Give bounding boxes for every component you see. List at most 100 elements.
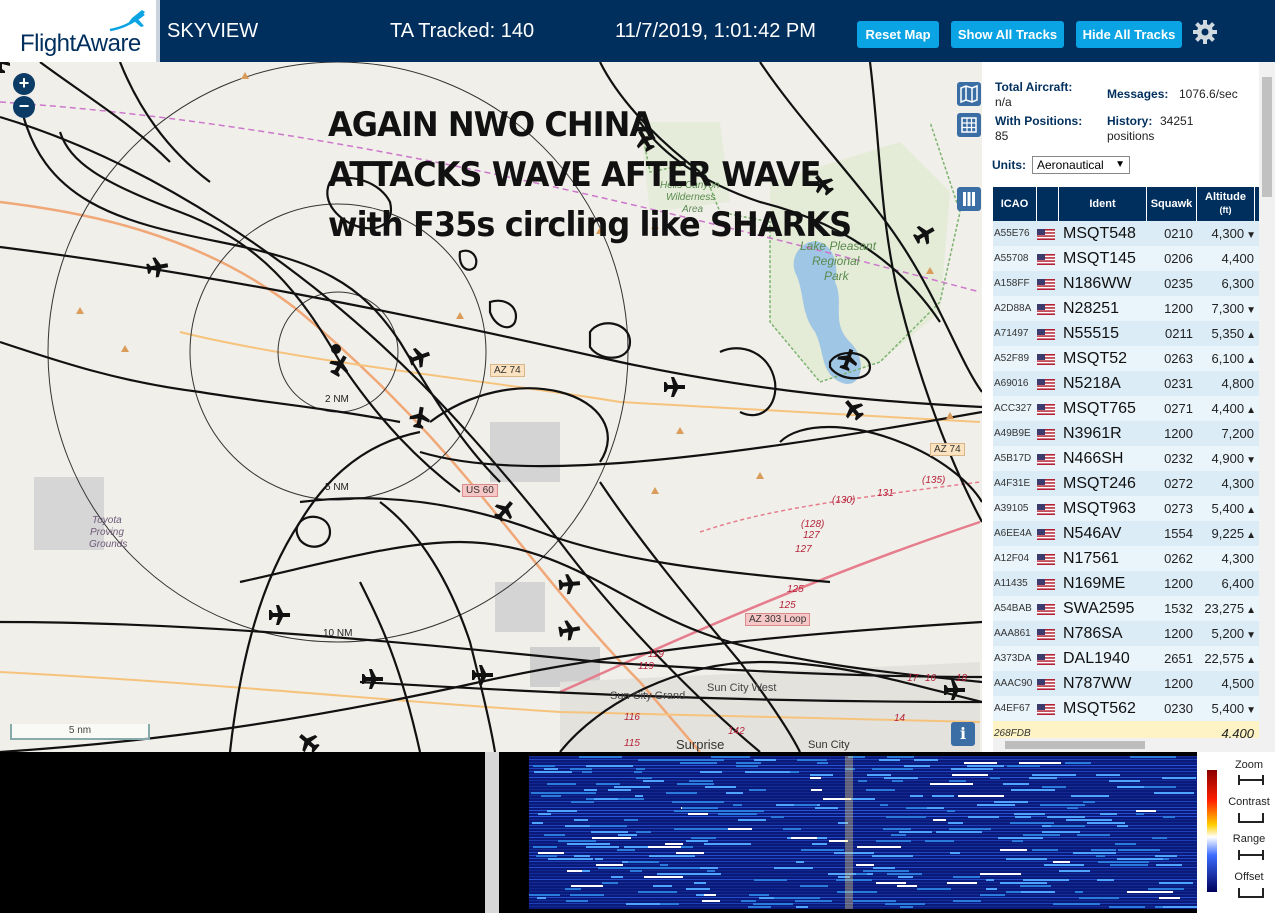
scroll-thumb[interactable] [1005,741,1145,749]
us-flag-icon [1037,629,1055,640]
info-button[interactable]: i [951,722,975,746]
columns-button[interactable] [957,187,981,211]
spectrum-panel: Zoom Contrast Range Offset [0,752,1275,913]
table-row[interactable]: ACC327 MSQT765 0271 4,400 ▲ [993,396,1259,421]
table-row[interactable]: A52F89 MSQT52 0263 6,100 ▲ [993,346,1259,371]
squawk-cell: 0231 [1164,376,1193,391]
us-flag-icon [1037,279,1055,290]
units-select[interactable]: Aeronautical ▼ [1032,156,1130,174]
skyview-app: FlightAware SKYVIEW TA Tracked: 140 11/7… [0,0,1275,913]
flightaware-logo[interactable]: FlightAware [0,0,160,62]
hide-all-tracks-button[interactable]: Hide All Tracks [1076,21,1182,48]
icao-cell: A39105 [994,503,1029,514]
ident-cell: MSQT765 [1063,400,1136,417]
contrast-label: Contrast [1228,796,1270,808]
table-row[interactable]: A12F04 N17561 0262 4,300 [993,546,1259,571]
table-row[interactable]: AAA861 N786SA 1200 5,200 ▼ [993,621,1259,646]
table-row[interactable]: A6EE4A N546AV 1554 9,225 ▲ [993,521,1259,546]
altitude-trend-icon: ▲ [1246,605,1256,616]
table-row[interactable]: A158FF N186WW 0235 6,300 [993,271,1259,296]
table-row[interactable]: A373DA DAL1940 2651 22,575 ▲ [993,646,1259,671]
table-row[interactable]: A54BAB SWA2595 1532 23,275 ▲ [993,596,1259,621]
gear-icon[interactable] [1191,18,1219,46]
label-park: Park [824,269,849,283]
icao-cell: A373DA [994,653,1032,664]
altitude-value: 4,300 [1221,476,1254,491]
table-row[interactable]: A5B17D N466SH 0232 4,900 ▼ [993,446,1259,471]
table-row[interactable]: A55E76 MSQT548 0210 4,300 ▼ [993,221,1259,246]
icao-cell: A4F31E [994,478,1031,489]
icao-cell: A52F89 [994,353,1030,364]
squawk-cell: 0272 [1164,476,1193,491]
table-row[interactable]: A71497 N55515 0211 5,350 ▲ [993,321,1259,346]
altitude-cell: 5,200 ▼ [1198,621,1256,646]
table-row[interactable]: A39105 MSQT963 0273 5,400 ▲ [993,496,1259,521]
logo-text: FlightAware [20,30,141,57]
show-all-tracks-button[interactable]: Show All Tracks [951,21,1064,48]
table-row[interactable]: A4F31E MSQT246 0272 4,300 [993,471,1259,496]
col-icao[interactable]: ICAO [993,187,1037,221]
route-130: (130) [832,495,856,506]
route-131: 131 [877,488,894,499]
total-aircraft-value: n/a [995,95,1012,109]
altitude-trend-icon: ▲ [1246,405,1256,416]
current-datetime: 11/7/2019, 1:01:42 PM [615,20,816,42]
plane-logo-icon [109,10,145,32]
us-flag-icon [1037,654,1055,665]
ident-cell: MSQT548 [1063,225,1136,242]
map-layers-button[interactable] [957,82,981,106]
altitude-cell: 4,800 [1198,371,1256,396]
table-toggle-button[interactable] [957,113,981,137]
label-proving: Proving [90,527,124,538]
panel-divider[interactable] [485,752,499,913]
aircraft-sidebar: Total Aircraft: n/a With Positions: 85 M… [982,62,1275,752]
altitude-value: 9,225 [1211,526,1245,541]
altitude-cell: 5,400 ▼ [1198,696,1256,721]
table-row[interactable]: A11435 N169ME 1200 6,400 [993,571,1259,596]
col-ident[interactable]: Ident [1059,187,1147,221]
reset-map-button[interactable]: Reset Map [857,21,939,48]
col-altitude-unit: (ft) [1219,205,1232,215]
table-row[interactable]: AAAC90 N787WW 1200 4,500 [993,671,1259,696]
icao-cell: A55E76 [994,228,1030,239]
table-row[interactable]: A69016 N5218A 0231 4,800 [993,371,1259,396]
col-squawk[interactable]: Squawk [1147,187,1197,221]
col-flag[interactable] [1037,187,1059,221]
waterfall-controls: Zoom Contrast Range Offset [1197,752,1275,913]
total-aircraft-label: Total Aircraft: [995,80,1073,94]
ident-cell: N186WW [1063,275,1132,292]
squawk-cell: 1200 [1164,626,1193,641]
horizontal-scrollbar[interactable] [993,738,1259,752]
squawk-cell: 1554 [1164,526,1193,541]
map-view[interactable]: Hells Canyon Wilderness Area Lake Pleasa… [0,62,982,752]
units-selected-value: Aeronautical [1037,158,1104,172]
range-slider[interactable] [1237,849,1265,861]
ident-cell: N3961R [1063,425,1122,442]
altitude-trend-icon: ▲ [1246,355,1256,366]
contrast-slider[interactable] [1237,812,1265,824]
table-row[interactable]: A55708 MSQT145 0206 4,400 [993,246,1259,271]
units-label: Units: [992,158,1026,172]
table-row[interactable]: A4EF67 MSQT562 0230 5,400 ▼ [993,696,1259,721]
offset-slider[interactable] [1237,887,1265,899]
table-row[interactable]: A2D88A N28251 1200 7,300 ▼ [993,296,1259,321]
altitude-value: 7,200 [1221,426,1254,441]
col-altitude[interactable]: Altitude (ft) [1197,187,1255,221]
waterfall-display[interactable] [529,756,1197,909]
range-label-10nm: 10 NM [323,628,353,639]
app-name: SKYVIEW [167,20,259,42]
route-116: 116 [624,712,640,723]
zoom-out-button[interactable]: − [13,96,35,118]
zoom-in-button[interactable]: + [13,73,35,95]
columns-icon [963,192,975,206]
altitude-trend-icon: ▲ [1246,505,1256,516]
label-grounds: Grounds [89,539,128,550]
zoom-slider[interactable] [1237,774,1265,786]
us-flag-icon [1037,404,1055,415]
altitude-cell: 6,300 [1198,271,1256,296]
vertical-scrollbar[interactable] [1259,62,1275,752]
table-row[interactable]: A49B9E N3961R 1200 7,200 [993,421,1259,446]
scroll-thumb[interactable] [1262,77,1272,197]
dropdown-arrow-icon: ▼ [1115,159,1125,170]
us-flag-icon [1037,379,1055,390]
